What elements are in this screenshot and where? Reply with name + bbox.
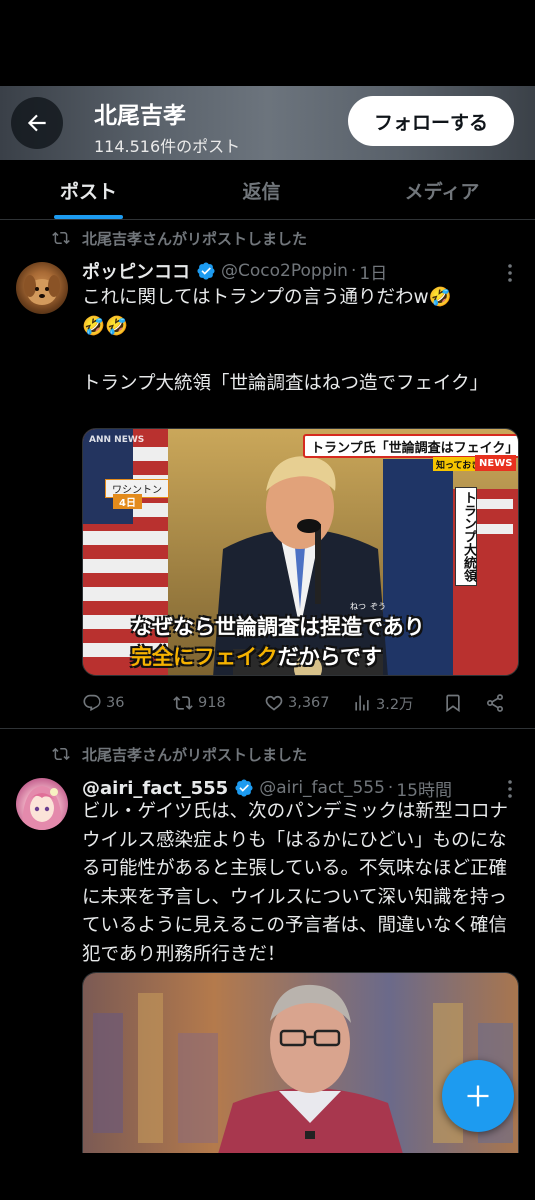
bottom-area: [0, 1153, 535, 1200]
tab-media[interactable]: メディア: [380, 160, 504, 220]
post-video[interactable]: トランプ氏「世論調査はフェイク」 知っておきたい NEWS ANN NEWS ワ…: [82, 428, 519, 676]
views-icon: [355, 695, 369, 711]
news-label: NEWS: [475, 455, 517, 471]
post-author-row: ポッピンココ @Coco2Poppin · 1日: [82, 258, 387, 284]
share-icon[interactable]: [485, 693, 505, 713]
caption-highlight: 完全にフェイク: [131, 645, 278, 669]
author-display-name[interactable]: @airi_fact_555: [82, 778, 228, 799]
like-button[interactable]: 3,367: [264, 688, 330, 718]
post-text: ビル・ゲイツ氏は、次のパンデミックは新型コロナウイルス感染症よりも「はるかにひど…: [82, 801, 509, 965]
channel-logo: ANN NEWS: [89, 435, 145, 445]
views-button[interactable]: 3.2万: [352, 688, 414, 718]
profile-header: 北尾吉孝 114.516件のポスト フォローする: [0, 86, 535, 160]
video-caption-line2: 完全にフェイクだからです: [131, 641, 382, 671]
repost-context[interactable]: 北尾吉孝さんがリポストしました: [50, 226, 307, 250]
status-bar: [0, 0, 535, 86]
reply-icon: [83, 694, 101, 712]
repost-label: 北尾吉孝さんがリポストしました: [82, 745, 308, 764]
avatar[interactable]: [16, 262, 68, 314]
avatar[interactable]: [16, 778, 68, 830]
tab-posts[interactable]: ポスト: [30, 160, 147, 220]
post-video[interactable]: [82, 972, 519, 1153]
profile-name: 北尾吉孝: [94, 103, 186, 129]
author-display-name[interactable]: ポッピンココ: [82, 258, 190, 284]
follow-button[interactable]: フォローする: [348, 96, 514, 146]
caption-rest: だからです: [277, 645, 382, 669]
repost-count: 918: [198, 695, 226, 711]
tab-replies[interactable]: 返信: [205, 160, 318, 220]
like-count: 3,367: [288, 695, 330, 711]
author-handle[interactable]: @Coco2Poppin: [221, 261, 348, 281]
profile-tabs: ポスト 返信 メディア: [0, 160, 535, 220]
post-time[interactable]: 15時間: [396, 776, 452, 801]
post-divider: [0, 728, 535, 729]
repost-icon: [52, 747, 70, 761]
verified-badge-icon: [235, 779, 253, 797]
dog-avatar-image: [24, 275, 60, 305]
post-time[interactable]: 1日: [359, 259, 387, 284]
back-button[interactable]: [11, 97, 63, 149]
repost-label: 北尾吉孝さんがリポストしました: [82, 229, 308, 248]
separator-dot: ·: [350, 261, 357, 281]
more-icon[interactable]: [498, 261, 522, 285]
reply-button[interactable]: 36: [82, 688, 124, 718]
compose-button[interactable]: [442, 1060, 514, 1132]
date-label: 4日: [113, 494, 142, 509]
separator-dot: ·: [387, 778, 394, 798]
video-caption-line1: なぜなら世論調査は捏造であり: [131, 615, 425, 639]
anime-avatar-image: [22, 786, 62, 830]
author-handle[interactable]: @airi_fact_555: [259, 778, 385, 798]
post-actions: 36 918 3,367 3.2万: [82, 688, 522, 718]
post-text: これに関してはトランプの言う通りだわw🤣 🤣🤣 トランプ大統領「世論調査はねつ造…: [82, 287, 489, 394]
bookmark-icon[interactable]: [443, 693, 463, 713]
back-arrow-icon: [27, 114, 46, 132]
news-banner-text: トランプ氏「世論調査はフェイク」: [311, 440, 519, 456]
like-icon: [265, 695, 283, 711]
video-thumbnail: [83, 973, 518, 1153]
active-tab-indicator: [54, 215, 123, 219]
reply-count: 36: [106, 695, 125, 711]
views-count: 3.2万: [376, 696, 414, 713]
repost-context[interactable]: 北尾吉孝さんがリポストしました: [50, 742, 307, 766]
repost-icon: [52, 231, 70, 245]
vertical-caption: トランプ大統領: [455, 487, 477, 586]
verified-badge-icon: [197, 262, 215, 280]
repost-button[interactable]: 918: [172, 688, 226, 718]
plus-icon: [467, 1085, 489, 1107]
post-count: 114.516件のポスト: [94, 137, 241, 156]
repost-icon: [173, 696, 193, 710]
